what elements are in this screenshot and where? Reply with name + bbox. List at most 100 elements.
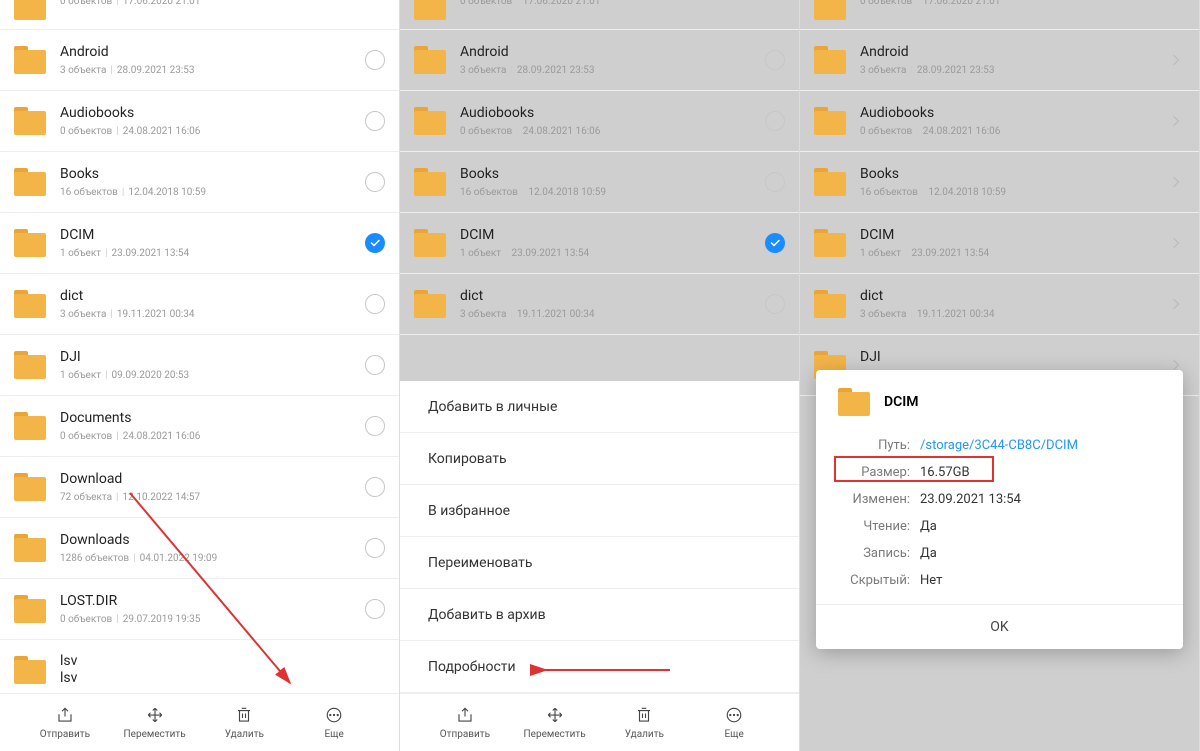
bottom-bar: Отправить Переместить Удалить Еще [400, 693, 799, 751]
context-menu-item[interactable]: Переименовать [400, 537, 799, 589]
file-meta: 16 объектов|12.04.2018 10:59 [860, 187, 1167, 198]
file-row[interactable]: dict3 объекта|19.11.2021 00:34 [400, 274, 799, 335]
context-menu-item[interactable]: В избранное [400, 485, 799, 537]
file-row[interactable]: DCIM1 объект|23.09.2021 13:54 [0, 213, 399, 274]
file-row[interactable]: DCIM1 объект|23.09.2021 13:54 [400, 213, 799, 274]
ok-button[interactable]: OK [816, 604, 1183, 649]
context-menu-item[interactable]: Подробности [400, 641, 799, 693]
file-text: 0 объектов|17.06.2020 21:01 [60, 0, 385, 7]
file-text: Books16 объектов|12.04.2018 10:59 [60, 166, 365, 198]
file-text: Android3 объекта|28.09.2021 23:53 [60, 44, 365, 76]
size-label: Размер: [838, 465, 910, 480]
folder-icon [14, 46, 46, 74]
context-menu-item[interactable]: Добавить в архив [400, 589, 799, 641]
file-row[interactable]: DJI1 объект|09.09.2020 20:53 [0, 335, 399, 396]
file-name: Downloads [60, 532, 365, 549]
file-row[interactable]: Android3 объекта|28.09.2021 23:53 [800, 30, 1199, 91]
folder-icon [14, 473, 46, 501]
share-icon [455, 705, 475, 725]
modified-value: 23.09.2021 13:54 [920, 492, 1021, 507]
file-row[interactable]: Android3 объекта|28.09.2021 23:53 [0, 30, 399, 91]
checkbox-empty[interactable] [765, 172, 785, 192]
file-row[interactable]: Books 16 объектов|12.04.2018 10:59 [800, 152, 1199, 213]
folder-icon [14, 290, 46, 318]
detail-hidden: Скрытый: Нет [816, 567, 1183, 594]
folder-icon [814, 168, 846, 196]
checkbox-empty[interactable] [365, 50, 385, 70]
file-name: DCIM [860, 227, 1167, 244]
checkbox-empty[interactable] [365, 416, 385, 436]
file-meta: 0 объектов|29.07.2019 19:35 [60, 614, 365, 625]
file-row[interactable]: Audiobooks0 объектов|24.08.2021 16:06 [800, 91, 1199, 152]
checkbox-empty[interactable] [365, 111, 385, 131]
folder-icon [414, 46, 446, 74]
folder-icon [414, 0, 446, 12]
file-meta: 16 объектов|12.04.2018 10:59 [460, 187, 765, 198]
file-row[interactable]: Books16 объектов|12.04.2018 10:59 [400, 152, 799, 213]
folder-icon [14, 351, 46, 379]
file-text: Books16 объектов|12.04.2018 10:59 [460, 166, 765, 198]
file-meta: 3 объекта|28.09.2021 23:53 [860, 65, 1167, 76]
move-button[interactable]: Переместить [520, 705, 590, 740]
checkbox-empty[interactable] [365, 599, 385, 619]
checkbox-empty[interactable] [365, 355, 385, 375]
delete-label: Удалить [225, 729, 264, 740]
file-row[interactable]: DCIM1 объект|23.09.2021 13:54 [800, 213, 1199, 274]
checkbox-checked[interactable] [765, 233, 785, 253]
move-label: Переместить [524, 729, 586, 740]
checkbox-checked[interactable] [365, 233, 385, 253]
delete-button[interactable]: Удалить [209, 705, 279, 740]
send-button[interactable]: Отправить [30, 705, 100, 740]
file-row[interactable]: dict3 объекта|19.11.2021 00:34 [0, 274, 399, 335]
file-row[interactable]: LOST.DIR 0 объектов|29.07.2019 19:35 [0, 579, 399, 640]
context-menu-item[interactable]: Копировать [400, 433, 799, 485]
file-row[interactable]: Downloads1286 объектов|04.01.2022 19:09 [0, 518, 399, 579]
file-row[interactable]: Audiobooks0 объектов|24.08.2021 16:06 [400, 91, 799, 152]
more-button[interactable]: Еще [699, 705, 769, 740]
file-name: LOST.DIR [60, 593, 365, 610]
file-row[interactable]: Download72 объекта|12.10.2022 14:57 [0, 457, 399, 518]
file-row[interactable]: 0 объектов|17.06.2020 21:01 [400, 0, 799, 30]
file-row[interactable]: lsvlsv [0, 640, 399, 701]
file-row[interactable]: Audiobooks0 объектов|24.08.2021 16:06 [0, 91, 399, 152]
path-value[interactable]: /storage/3C44-CB8C/DCIM [920, 438, 1078, 453]
more-button[interactable]: Еще [299, 705, 369, 740]
hidden-value: Нет [920, 573, 942, 588]
checkbox-empty[interactable] [765, 294, 785, 314]
file-text: dict3 объекта|19.11.2021 00:34 [60, 288, 365, 320]
checkbox-empty[interactable] [365, 172, 385, 192]
read-value: Да [920, 519, 937, 534]
file-meta: 0 объектов|24.08.2021 16:06 [860, 126, 1167, 137]
file-row[interactable]: Documents0 объектов|24.08.2021 16:06 [0, 396, 399, 457]
file-text: 0 объектов|17.06.2020 21:01 [460, 0, 785, 7]
move-button[interactable]: Переместить [120, 705, 190, 740]
file-name: Books [860, 166, 1167, 183]
file-row[interactable]: 0 объектов|17.06.2020 21:01 [0, 0, 399, 30]
checkbox-empty[interactable] [365, 538, 385, 558]
file-text: DJI1 объект|09.09.2020 20:53 [60, 349, 365, 381]
send-button[interactable]: Отправить [430, 705, 500, 740]
file-text: DCIM1 объект|23.09.2021 13:54 [60, 227, 365, 259]
folder-icon [414, 107, 446, 135]
file-meta: 1 объект|23.09.2021 13:54 [460, 248, 765, 259]
detail-size: Размер: 16.57GB [816, 459, 1183, 486]
context-menu: Добавить в личныеКопироватьВ избранноеПе… [400, 381, 799, 693]
checkbox-empty[interactable] [765, 111, 785, 131]
file-row[interactable]: Android3 объекта|28.09.2021 23:53 [400, 30, 799, 91]
file-meta: 3 объекта|19.11.2021 00:34 [860, 309, 1167, 320]
delete-button[interactable]: Удалить [609, 705, 679, 740]
file-row[interactable]: Books16 объектов|12.04.2018 10:59 [0, 152, 399, 213]
folder-icon [14, 107, 46, 135]
file-name: lsv [60, 653, 385, 670]
checkbox-empty[interactable] [765, 50, 785, 70]
checkbox-empty[interactable] [365, 477, 385, 497]
file-meta: 0 объектов|24.08.2021 16:06 [460, 126, 765, 137]
file-meta: 0 объектов|24.08.2021 16:06 [60, 431, 365, 442]
file-row[interactable]: dict3 объекта|19.11.2021 00:34 [800, 274, 1199, 335]
detail-read: Чтение: Да [816, 513, 1183, 540]
context-menu-item[interactable]: Добавить в личные [400, 381, 799, 433]
folder-icon [838, 388, 870, 416]
file-row[interactable]: 0 объектов|17.06.2020 21:01 [800, 0, 1199, 30]
folder-icon [414, 229, 446, 257]
checkbox-empty[interactable] [365, 294, 385, 314]
